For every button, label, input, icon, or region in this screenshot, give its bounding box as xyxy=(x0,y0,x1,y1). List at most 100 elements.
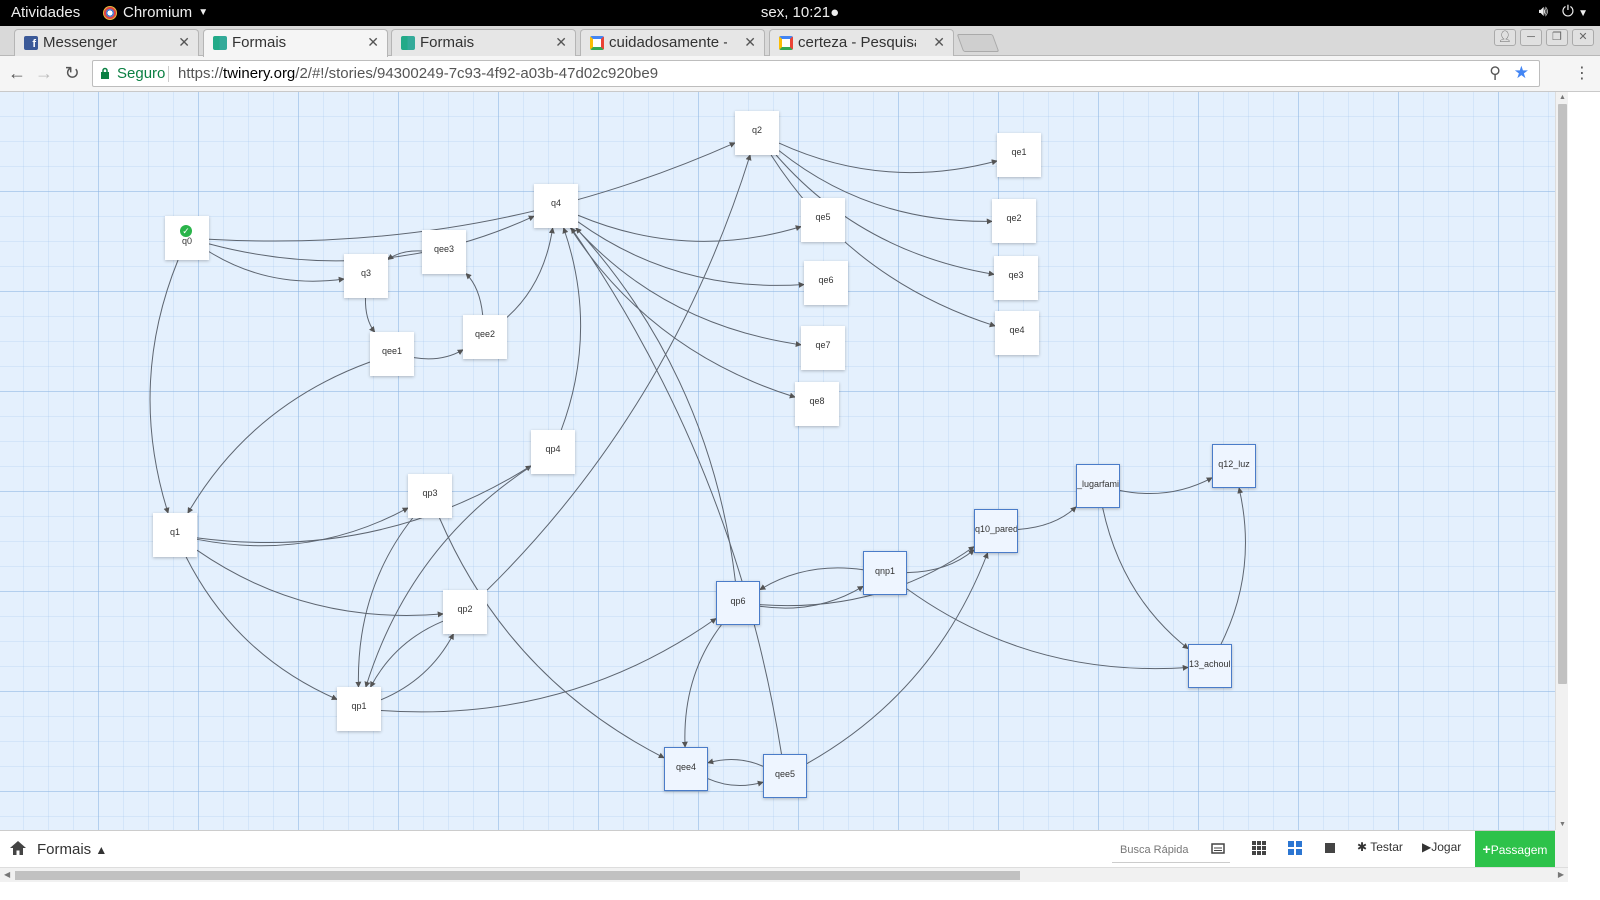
scroll-down-arrow[interactable]: ▼ xyxy=(1559,821,1566,828)
passage-title: qnp1 xyxy=(874,566,896,576)
close-icon[interactable]: ✕ xyxy=(555,30,567,55)
passage-card[interactable]: qee4 xyxy=(664,747,708,791)
passage-card[interactable]: ✓ q0 xyxy=(165,216,209,260)
back-button[interactable]: ← xyxy=(6,62,28,84)
scroll-left-arrow[interactable]: ◀ xyxy=(4,870,10,879)
passage-card[interactable]: q4 xyxy=(534,184,578,228)
volume-icon[interactable]: 🔊︎ xyxy=(1539,3,1548,20)
passage-card[interactable]: qp1 xyxy=(337,687,381,731)
passage-link-arrow xyxy=(506,227,555,318)
tab-google-search[interactable]: cuidadosamente - P ✕ xyxy=(580,29,765,56)
profile-icon[interactable]: 👤︎ xyxy=(1494,29,1516,46)
minimize-button[interactable]: ─ xyxy=(1520,29,1542,46)
passage-card[interactable]: _lugarfami xyxy=(1076,464,1120,508)
passage-card[interactable]: q2 xyxy=(735,111,779,155)
passage-card[interactable]: qe4 xyxy=(995,311,1039,355)
passage-title: qe8 xyxy=(809,396,825,406)
scroll-up-arrow[interactable]: ▲ xyxy=(1559,94,1566,101)
passage-card[interactable]: qee3 xyxy=(422,230,466,274)
activities-button[interactable]: Atividades xyxy=(11,4,80,21)
test-button[interactable]: ✱ Testar xyxy=(1357,840,1403,854)
passage-card[interactable]: qp6 xyxy=(716,581,760,625)
passage-card[interactable]: qe5 xyxy=(801,198,845,242)
address-bar[interactable]: Seguro https://twinery.org/2/#!/stories/… xyxy=(92,60,1540,87)
passage-card[interactable]: qee1 xyxy=(370,332,414,376)
new-tab-button[interactable] xyxy=(956,34,1000,52)
passage-card[interactable]: qnp1 xyxy=(863,551,907,595)
lock-icon xyxy=(101,67,109,79)
close-window-button[interactable]: ✕ xyxy=(1572,29,1594,46)
passage-card[interactable]: qe3 xyxy=(994,256,1038,300)
passage-link-arrow xyxy=(364,297,376,333)
passage-card[interactable]: qp4 xyxy=(531,430,575,474)
passage-card[interactable]: qe2 xyxy=(992,199,1036,243)
passage-link-arrow xyxy=(486,154,752,591)
passage-title: qee1 xyxy=(381,346,403,356)
power-icon[interactable]: ⏻ ▼ xyxy=(1562,3,1588,20)
passage-card[interactable]: 13_achoulu xyxy=(1188,644,1232,688)
passage-link-arrow xyxy=(577,221,805,288)
passage-link-arrow xyxy=(208,142,736,242)
passage-card[interactable]: qp3 xyxy=(408,474,452,518)
grid-medium-icon[interactable] xyxy=(1288,841,1302,855)
play-button[interactable]: ▶Jogar xyxy=(1422,840,1461,854)
close-icon[interactable]: ✕ xyxy=(933,30,945,55)
zoom-icon[interactable]: ⚲ xyxy=(1489,61,1501,86)
passage-link-arrow xyxy=(465,273,484,316)
restore-button[interactable]: ❐ xyxy=(1546,29,1568,46)
tab-formais-active[interactable]: Formais ✕ xyxy=(203,29,388,57)
story-map[interactable]: ✓ q0 q2 q4 qe1 qe5 qe2 q3 qee3 qe6 qe3 qee2 qee1 qe7 q… xyxy=(0,92,1555,830)
passage-link-arrow xyxy=(149,259,179,514)
twine-icon xyxy=(401,36,415,50)
passage-card[interactable]: qe1 xyxy=(997,133,1041,177)
passage-link-arrow xyxy=(570,227,782,755)
forward-button[interactable]: → xyxy=(33,62,55,84)
scroll-right-arrow[interactable]: ▶ xyxy=(1558,870,1564,879)
grid-small-icon[interactable] xyxy=(1252,841,1266,855)
vertical-scrollbar[interactable]: ▲ ▼ xyxy=(1555,92,1568,830)
tab-google-search[interactable]: certeza - Pesquisa ✕ xyxy=(769,29,954,56)
browser-menu-button[interactable]: ⋮ xyxy=(1574,63,1590,83)
passage-title: qe6 xyxy=(818,275,834,285)
passage-card[interactable]: qee5 xyxy=(763,754,807,798)
grid-large-icon[interactable] xyxy=(1323,841,1337,855)
close-icon[interactable]: ✕ xyxy=(367,30,379,55)
close-icon[interactable]: ✕ xyxy=(744,30,756,55)
passage-card[interactable]: q12_luz xyxy=(1212,444,1256,488)
passage-card[interactable]: qe6 xyxy=(804,261,848,305)
home-icon[interactable] xyxy=(10,841,26,855)
passage-link-arrow xyxy=(906,588,1189,671)
passage-card[interactable]: qee2 xyxy=(463,315,507,359)
passage-title: qp2 xyxy=(457,604,473,614)
passage-title: qee3 xyxy=(433,244,455,254)
twine-icon xyxy=(213,36,227,50)
passage-title: q12_luz xyxy=(1218,459,1250,469)
passage-link-arrow xyxy=(569,227,796,399)
passage-card[interactable]: q3 xyxy=(344,254,388,298)
passage-card[interactable]: q1 xyxy=(153,513,197,557)
passage-card[interactable]: qe8 xyxy=(795,382,839,426)
scroll-thumb[interactable] xyxy=(15,871,1020,880)
tab-formais[interactable]: Formais ✕ xyxy=(391,29,576,56)
app-menu[interactable]: Chromium ▼ xyxy=(103,4,208,21)
scroll-thumb[interactable] xyxy=(1558,104,1567,684)
story-details-icon[interactable] xyxy=(1211,841,1225,855)
passage-card[interactable]: qp2 xyxy=(443,590,487,634)
plus-icon: + xyxy=(1482,841,1491,857)
passage-card[interactable]: qe7 xyxy=(801,326,845,370)
system-tray[interactable]: 🔊︎ ⏻ ▼ xyxy=(1539,3,1588,20)
story-menu[interactable]: Formais ▲ xyxy=(37,841,107,858)
passage-title: 13_achoulu xyxy=(1189,659,1232,669)
close-icon[interactable]: ✕ xyxy=(178,30,190,55)
clock[interactable]: sex, 10:21● xyxy=(0,4,1600,21)
passage-title: _lugarfami xyxy=(1077,479,1120,489)
passage-title: qp6 xyxy=(730,596,746,606)
add-passage-button[interactable]: +Passagem xyxy=(1475,831,1555,868)
horizontal-scrollbar[interactable]: ◀ ▶ xyxy=(0,867,1568,882)
passage-card[interactable]: q10_parede xyxy=(974,509,1018,553)
passage-link-arrow xyxy=(413,349,464,360)
passage-title: qp3 xyxy=(422,488,438,498)
bookmark-star-icon[interactable]: ★ xyxy=(1514,60,1529,85)
reload-button[interactable]: ↻ xyxy=(61,62,83,84)
tab-messenger[interactable]: f Messenger ✕ xyxy=(14,29,199,56)
